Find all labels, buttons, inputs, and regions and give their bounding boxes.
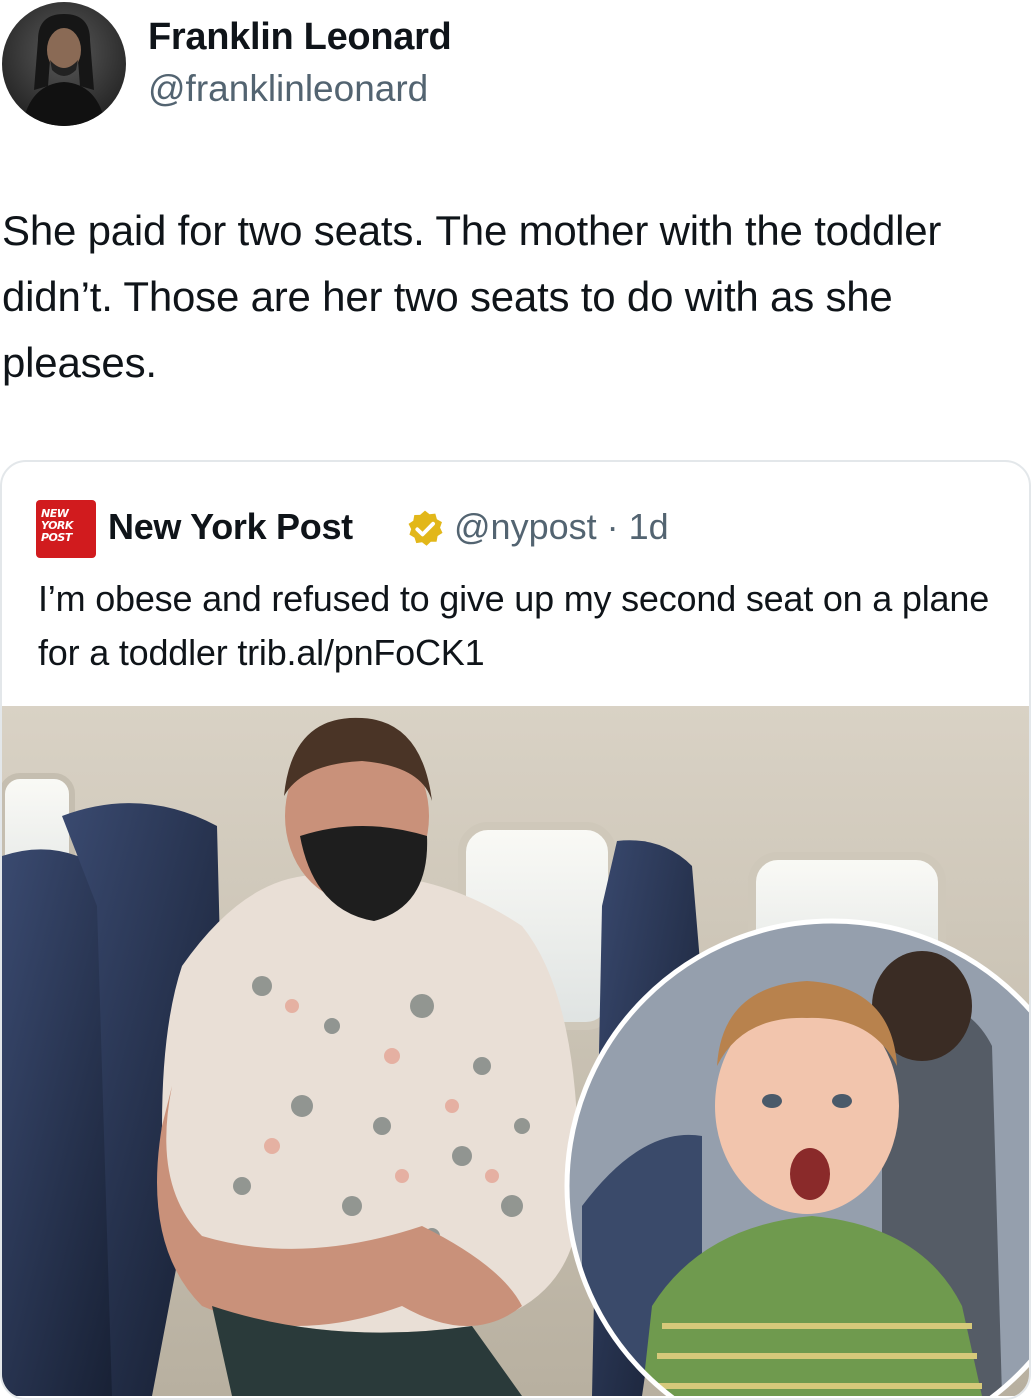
author-handle[interactable]: @franklinleonard bbox=[148, 68, 428, 110]
meta-separator: · bbox=[606, 506, 619, 547]
logo-line-1: NEW bbox=[41, 507, 69, 520]
quoted-tweet-text: I’m obese and refused to give up my seco… bbox=[38, 578, 990, 673]
quoted-tweet-card[interactable]: NEW YORK POST New York Post @nypost · 1d… bbox=[0, 460, 1031, 1400]
logo-line-2: YORK bbox=[41, 519, 73, 532]
tweet-text: She paid for two seats. The mother with … bbox=[2, 207, 942, 386]
author-avatar-image bbox=[2, 2, 126, 126]
quoted-timestamp[interactable]: 1d bbox=[629, 506, 669, 547]
verified-badge-icon bbox=[408, 510, 443, 546]
quoted-meta: @nypost · 1d bbox=[454, 506, 669, 548]
author-avatar[interactable] bbox=[2, 2, 126, 126]
new-york-post-logo[interactable]: NEW YORK POST bbox=[36, 500, 96, 558]
logo-line-3: POST bbox=[41, 531, 72, 544]
quoted-tweet-photo[interactable] bbox=[2, 706, 1031, 1396]
author-name[interactable]: Franklin Leonard bbox=[148, 16, 452, 59]
quoted-author-handle[interactable]: @nypost bbox=[454, 506, 597, 547]
quoted-author-name[interactable]: New York Post bbox=[108, 506, 353, 548]
